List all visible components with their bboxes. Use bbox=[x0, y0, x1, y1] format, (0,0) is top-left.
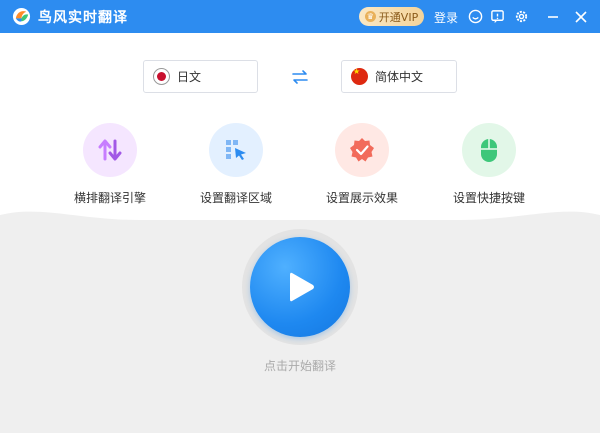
mouse-icon bbox=[462, 123, 516, 177]
japan-flag-icon bbox=[153, 68, 170, 85]
feedback-icon[interactable] bbox=[489, 8, 506, 25]
feature-label: 横排翻译引擎 bbox=[73, 191, 146, 205]
feature-horizontal-engine[interactable]: 横排翻译引擎 bbox=[50, 123, 170, 213]
start-translate-label: 点击开始翻译 bbox=[263, 359, 336, 373]
badge-check-icon bbox=[335, 123, 389, 177]
vip-label: 开通VIP bbox=[378, 10, 419, 24]
chat-icon[interactable] bbox=[467, 8, 484, 25]
source-language-label: 日文 bbox=[177, 70, 202, 84]
start-translate-button[interactable] bbox=[250, 237, 350, 337]
app-logo-icon bbox=[12, 7, 31, 26]
app-title: 鸟风实时翻译 bbox=[38, 10, 128, 26]
china-flag-icon bbox=[351, 68, 368, 85]
feature-label: 设置快捷按键 bbox=[452, 191, 525, 205]
feature-label: 设置展示效果 bbox=[325, 191, 398, 205]
crown-icon: ♛ bbox=[364, 11, 376, 22]
settings-icon[interactable] bbox=[513, 8, 530, 25]
title-bar: 鸟风实时翻译 ♛ 开通VIP 登录 bbox=[0, 0, 600, 33]
region-select-icon bbox=[209, 123, 263, 177]
feature-display-effect[interactable]: 设置展示效果 bbox=[302, 123, 422, 213]
feature-shortcut-keys[interactable]: 设置快捷按键 bbox=[429, 123, 549, 213]
play-icon bbox=[290, 272, 314, 302]
target-language-select[interactable]: 简体中文 bbox=[341, 60, 457, 93]
feature-label: 设置翻译区域 bbox=[199, 191, 272, 205]
target-language-label: 简体中文 bbox=[375, 70, 424, 84]
swap-languages-icon[interactable] bbox=[291, 68, 309, 86]
minimize-icon[interactable] bbox=[544, 8, 561, 25]
login-link[interactable]: 登录 bbox=[434, 9, 458, 26]
source-language-select[interactable]: 日文 bbox=[143, 60, 258, 93]
close-icon[interactable] bbox=[572, 8, 589, 25]
sort-arrows-icon bbox=[83, 123, 137, 177]
vip-button[interactable]: ♛ 开通VIP bbox=[359, 7, 424, 26]
feature-translate-region[interactable]: 设置翻译区域 bbox=[176, 123, 296, 213]
